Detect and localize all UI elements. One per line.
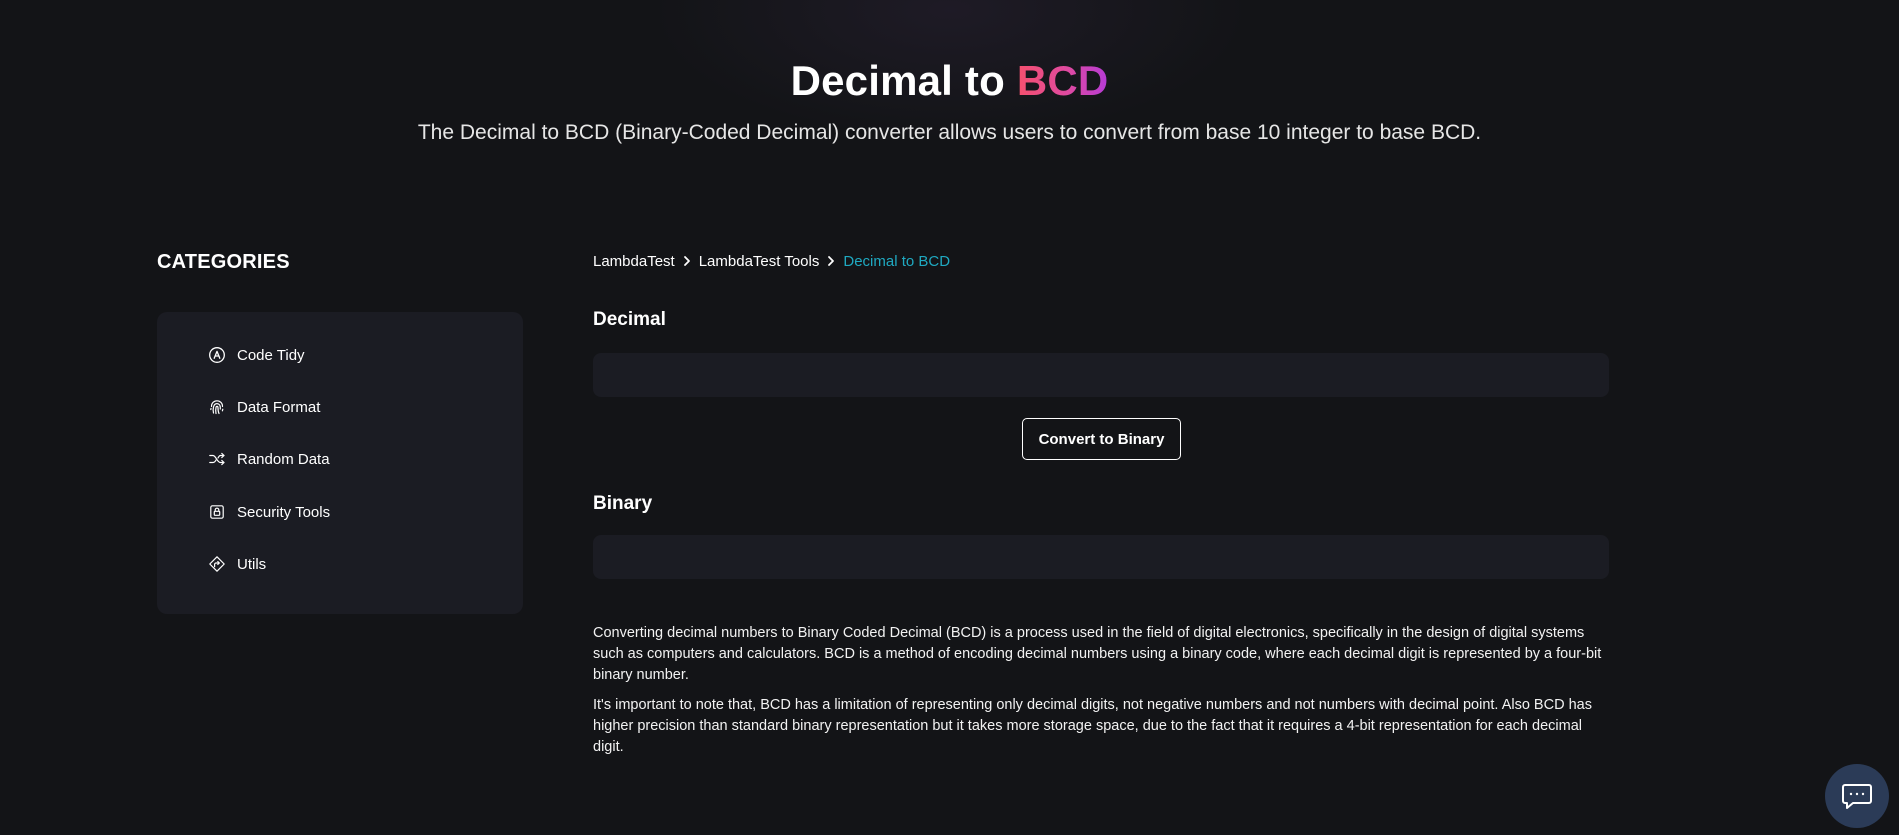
- description: Converting decimal numbers to Binary Cod…: [593, 623, 1613, 767]
- lock-icon: [208, 503, 226, 521]
- code-tidy-icon: [208, 346, 226, 364]
- decimal-input[interactable]: [593, 353, 1609, 397]
- breadcrumb-lambdatest-tools[interactable]: LambdaTest Tools: [699, 253, 820, 270]
- chevron-right-icon: [675, 255, 699, 267]
- categories-panel: Code Tidy Data Format Random Data Securi…: [157, 312, 523, 614]
- page-title-accent: BCD: [1016, 57, 1109, 104]
- decimal-label: Decimal: [593, 309, 666, 330]
- sidebar-item-label: Code Tidy: [237, 346, 305, 364]
- sidebar-item-security-tools[interactable]: Security Tools: [208, 500, 330, 524]
- sidebar-item-label: Random Data: [237, 450, 330, 468]
- page-title: Decimal to BCD: [0, 56, 1899, 106]
- sidebar-item-label: Utils: [237, 555, 267, 573]
- binary-output[interactable]: [593, 535, 1609, 579]
- breadcrumb: LambdaTest LambdaTest Tools Decimal to B…: [593, 251, 950, 271]
- page-subtitle: The Decimal to BCD (Binary-Coded Decimal…: [417, 121, 1482, 144]
- sidebar-item-code-tidy[interactable]: Code Tidy: [208, 343, 305, 367]
- description-paragraph-1: Converting decimal numbers to Binary Cod…: [593, 625, 1602, 683]
- chat-bubble-icon: [1842, 784, 1872, 809]
- breadcrumb-current: Decimal to BCD: [843, 252, 951, 270]
- convert-to-binary-button[interactable]: Convert to Binary: [1022, 418, 1181, 460]
- page-title-main: Decimal to: [790, 57, 1017, 104]
- description-paragraph-2: It's important to note that, BCD has a l…: [593, 697, 1592, 755]
- shuffle-icon: [208, 450, 226, 468]
- breadcrumb-lambdatest[interactable]: LambdaTest: [593, 253, 675, 270]
- fingerprint-icon: [208, 398, 226, 416]
- categories-title: CATEGORIES: [157, 251, 290, 273]
- sidebar-item-label: Security Tools: [237, 503, 331, 521]
- binary-label: Binary: [593, 493, 653, 514]
- sidebar-item-random-data[interactable]: Random Data: [208, 447, 330, 471]
- sidebar-item-label: Data Format: [237, 398, 321, 416]
- chat-button[interactable]: [1825, 764, 1889, 828]
- sidebar-item-utils[interactable]: Utils: [208, 552, 266, 576]
- chevron-right-icon: [819, 255, 843, 267]
- sidebar-item-data-format[interactable]: Data Format: [208, 395, 320, 419]
- utils-icon: [208, 555, 226, 573]
